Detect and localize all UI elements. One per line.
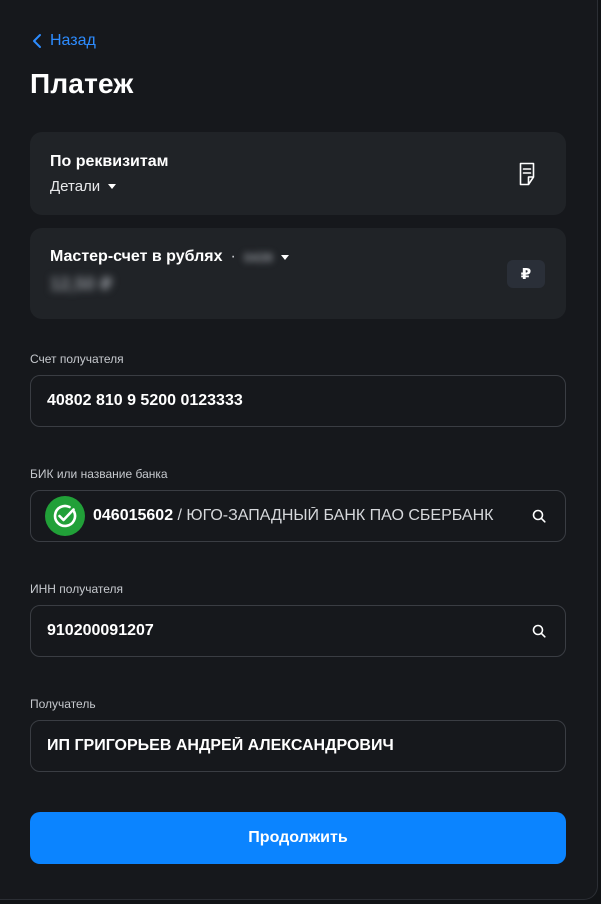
- inn-input[interactable]: 910200091207: [30, 605, 566, 657]
- document-icon[interactable]: [518, 162, 536, 186]
- bank-search-button[interactable]: [531, 508, 547, 524]
- back-link[interactable]: Назад: [32, 32, 96, 50]
- payment-panel: Назад Платеж По реквизитам Детали Мастер…: [0, 0, 598, 900]
- bank-bik: 046015602: [93, 507, 174, 524]
- details-dropdown[interactable]: Детали: [50, 178, 117, 195]
- account-balance: 12,50 ₽: [50, 274, 113, 294]
- caret-down-icon: [108, 184, 117, 189]
- recipient-account-input[interactable]: 40802 810 9 5200 0123333: [30, 375, 566, 427]
- chevron-left-icon: [33, 34, 41, 48]
- check-circle-icon: [53, 504, 77, 528]
- account-number-masked: 0439: [243, 249, 273, 265]
- bank-input[interactable]: 046015602 / ЮГО-ЗАПАДНЫЙ БАНК ПАО СБЕРБА…: [30, 490, 566, 542]
- account-card[interactable]: Мастер-счет в рублях · 0439 12,50 ₽ ₽: [30, 228, 566, 319]
- payment-type-card[interactable]: По реквизитам Детали: [30, 132, 566, 215]
- bank-name: / ЮГО-ЗАПАДНЫЙ БАНК ПАО СБЕРБАНК: [173, 507, 494, 524]
- search-icon: [532, 624, 546, 638]
- recipient-account-value: 40802 810 9 5200 0123333: [47, 392, 243, 409]
- account-selector[interactable]: Мастер-счет в рублях · 0439: [50, 248, 289, 266]
- bank-label: БИК или название банка: [30, 467, 168, 481]
- ruble-currency-badge: ₽: [507, 260, 545, 288]
- inn-search-button[interactable]: [531, 623, 547, 639]
- inn-value: 910200091207: [47, 622, 154, 639]
- bank-value: 046015602 / ЮГО-ЗАПАДНЫЙ БАНК ПАО СБЕРБА…: [93, 507, 519, 525]
- inn-label: ИНН получателя: [30, 582, 123, 596]
- payment-type-title: По реквизитам: [50, 153, 169, 170]
- continue-button[interactable]: Продолжить: [30, 812, 566, 864]
- account-separator: ·: [230, 248, 236, 265]
- recipient-value: ИП ГРИГОРЬЕВ АНДРЕЙ АЛЕКСАНДРОВИЧ: [47, 737, 394, 754]
- caret-down-icon: [280, 254, 289, 260]
- account-name: Мастер-счет в рублях: [50, 248, 223, 265]
- recipient-label: Получатель: [30, 697, 96, 711]
- recipient-account-label: Счет получателя: [30, 352, 124, 366]
- page-title: Платеж: [30, 68, 134, 99]
- sberbank-logo-icon: [45, 496, 85, 536]
- back-label: Назад: [50, 32, 96, 49]
- recipient-input[interactable]: ИП ГРИГОРЬЕВ АНДРЕЙ АЛЕКСАНДРОВИЧ: [30, 720, 566, 772]
- search-icon: [532, 509, 546, 523]
- details-label: Детали: [50, 178, 101, 195]
